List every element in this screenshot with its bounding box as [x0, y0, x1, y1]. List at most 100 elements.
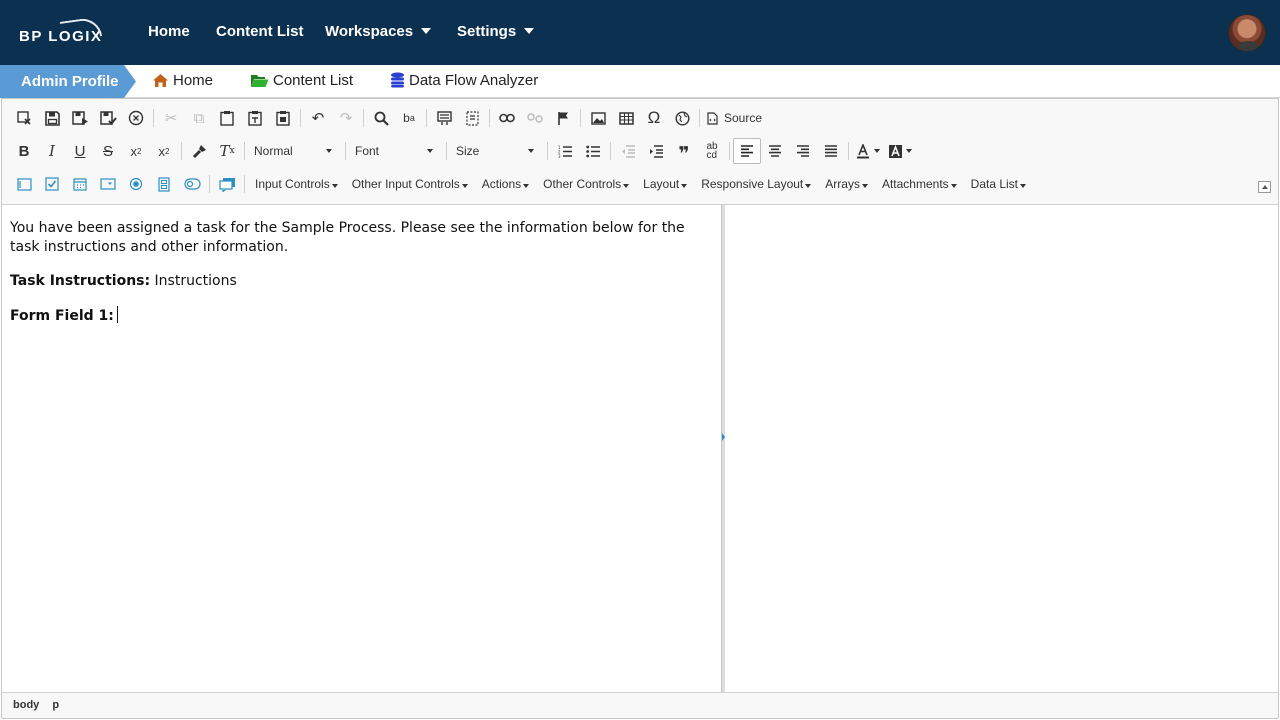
image-icon[interactable] — [584, 105, 612, 131]
text-color-icon[interactable] — [852, 138, 884, 164]
language-direction-icon[interactable]: ab cd — [698, 138, 726, 164]
link-icon[interactable] — [493, 105, 521, 131]
bulleted-list-icon[interactable] — [579, 138, 607, 164]
list-box-control-icon[interactable] — [150, 171, 178, 197]
editor-content-area[interactable]: You have been assigned a task for the Sa… — [2, 205, 721, 692]
toggle-control-icon[interactable] — [178, 171, 206, 197]
chevron-down-icon — [524, 28, 535, 34]
align-right-icon[interactable] — [789, 138, 817, 164]
textbox-control-icon[interactable] — [10, 171, 38, 197]
chevron-down-icon — [623, 184, 630, 188]
breadcrumb-data-flow-analyzer[interactable]: Data Flow Analyzer — [390, 72, 538, 92]
task-instructions-label: Task Instructions: — [10, 273, 151, 289]
replace-icon[interactable]: ba — [395, 105, 423, 131]
show-blocks-icon[interactable] — [458, 105, 486, 131]
bold-icon[interactable]: B — [10, 138, 38, 164]
separator — [426, 109, 427, 127]
size-select[interactable]: Size — [450, 140, 540, 162]
increase-indent-icon[interactable] — [642, 138, 670, 164]
comment-control-icon[interactable] — [213, 171, 241, 197]
text-cursor — [116, 306, 118, 323]
data-list-menu[interactable]: Data List — [971, 177, 1027, 191]
cut-icon[interactable]: ✂ — [157, 105, 185, 131]
breadcrumb-home[interactable]: Home — [152, 72, 213, 92]
form-template-icon[interactable] — [430, 105, 458, 131]
menu-label: Arrays — [825, 177, 860, 191]
strikethrough-icon[interactable]: S — [94, 138, 122, 164]
task-instructions-value: Instructions — [154, 273, 237, 289]
superscript-icon[interactable]: x2 — [150, 138, 178, 164]
source-button[interactable]: Source — [703, 105, 766, 131]
nav-settings-menu[interactable]: Settings — [457, 23, 535, 40]
blockquote-icon[interactable]: ❞ — [670, 138, 698, 165]
separator — [610, 142, 611, 160]
breadcrumb-admin-profile[interactable]: Admin Profile — [0, 65, 136, 98]
separator — [244, 175, 245, 193]
remove-format-icon[interactable]: Tx — [213, 138, 241, 164]
copy-icon[interactable]: ⧉ — [185, 105, 213, 131]
menu-label: Responsive Layout — [701, 177, 804, 191]
save-icon[interactable] — [38, 105, 66, 131]
input-controls-menu[interactable]: Input Controls — [255, 177, 338, 191]
align-center-icon[interactable] — [761, 138, 789, 164]
nav-home[interactable]: Home — [148, 23, 190, 40]
actions-menu[interactable]: Actions — [482, 177, 530, 191]
numbered-list-icon[interactable]: 123 — [551, 138, 579, 164]
align-left-icon[interactable] — [733, 138, 761, 164]
checkbox-control-icon[interactable] — [38, 171, 66, 197]
decrease-indent-icon[interactable] — [614, 138, 642, 164]
paste-icon[interactable] — [213, 105, 241, 131]
menu-label: Attachments — [881, 177, 949, 191]
save-and-check-icon[interactable] — [94, 105, 122, 131]
layout-menu[interactable]: Layout — [643, 177, 688, 191]
intro-paragraph: You have been assigned a task for the Sa… — [10, 220, 685, 255]
other-input-controls-menu[interactable]: Other Input Controls — [352, 177, 468, 191]
nav-settings-label: Settings — [457, 23, 517, 40]
path-p[interactable]: p — [52, 699, 59, 711]
underline-icon[interactable]: U — [66, 138, 94, 164]
collapse-toolbar-button[interactable] — [1258, 181, 1271, 193]
chevron-down-icon — [805, 184, 812, 188]
redo-icon[interactable]: ↷ — [332, 105, 360, 131]
attachments-menu[interactable]: Attachments — [882, 177, 957, 191]
paste-from-word-icon[interactable] — [269, 105, 297, 131]
nav-content-list[interactable]: Content List — [216, 23, 304, 40]
subscript-icon[interactable]: x2 — [122, 138, 150, 164]
nav-workspaces-menu[interactable]: Workspaces — [325, 23, 432, 40]
table-icon[interactable] — [612, 105, 640, 131]
unlink-icon[interactable] — [521, 105, 549, 131]
italic-icon[interactable]: I — [38, 138, 66, 164]
other-controls-menu[interactable]: Other Controls — [543, 177, 630, 191]
element-path-bar: body p — [2, 692, 1278, 718]
editor-toolbar: ✂ ⧉ ↶ ↷ ba Ω Source B I U S x 2 x 2 T x … — [2, 99, 1278, 205]
anchor-flag-icon[interactable] — [549, 105, 577, 131]
close-document-icon[interactable] — [10, 105, 38, 131]
align-justify-icon[interactable] — [817, 138, 845, 164]
chevron-down-icon — [421, 28, 432, 34]
find-icon[interactable] — [367, 105, 395, 131]
separator — [363, 109, 364, 127]
bp-logix-logo[interactable]: BP LOGIX — [19, 16, 105, 48]
home-icon — [152, 73, 169, 92]
format-select[interactable]: Normal — [248, 140, 338, 162]
responsive-layout-menu[interactable]: Responsive Layout — [701, 177, 812, 191]
save-and-run-icon[interactable] — [66, 105, 94, 131]
background-color-icon[interactable] — [884, 138, 916, 164]
special-character-icon[interactable]: Ω — [640, 105, 668, 131]
cancel-icon[interactable] — [122, 105, 150, 131]
undo-icon[interactable]: ↶ — [304, 105, 332, 131]
path-body[interactable]: body — [13, 699, 39, 711]
date-control-icon[interactable] — [66, 171, 94, 197]
breadcrumb-content-list[interactable]: Content List — [250, 72, 353, 92]
font-select[interactable]: Font — [349, 140, 439, 162]
separator — [729, 142, 730, 160]
iframe-globe-icon[interactable] — [668, 105, 696, 131]
paste-text-icon[interactable] — [241, 105, 269, 131]
user-avatar[interactable] — [1228, 14, 1266, 52]
chevron-down-icon — [331, 184, 338, 188]
copy-formatting-brush-icon[interactable] — [185, 138, 213, 164]
separator — [345, 142, 346, 160]
radio-control-icon[interactable] — [122, 171, 150, 197]
arrays-menu[interactable]: Arrays — [825, 177, 868, 191]
dropdown-control-icon[interactable] — [94, 171, 122, 197]
